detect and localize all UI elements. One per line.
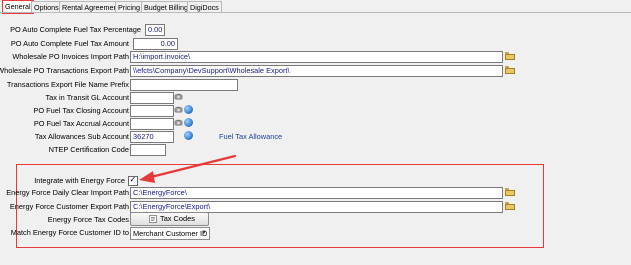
- tab-strip: General Options Rental Agreement Pricing…: [0, 0, 631, 14]
- chevron-down-icon: ▼: [201, 230, 207, 236]
- folder-icon[interactable]: [505, 202, 515, 210]
- tax-codes-button-label: Tax Codes: [160, 214, 195, 223]
- po-auto-amt-label: PO Auto Complete Fuel Tax Amount: [10, 39, 129, 48]
- tax-codes-icon: [149, 215, 157, 223]
- ef-daily-clear-input[interactable]: C:\EnergyForce\: [130, 187, 503, 199]
- folder-icon[interactable]: [505, 188, 515, 196]
- wholesale-export-label: Wholesale PO Transactions Export Path: [0, 66, 129, 75]
- trans-prefix-input[interactable]: [130, 79, 238, 91]
- globe-icon[interactable]: [184, 131, 193, 140]
- wholesale-export-input[interactable]: \\efcts\Company\DevSupport\Wholesale Exp…: [130, 65, 503, 77]
- match-customer-id-select[interactable]: Merchant Customer ID ▼: [130, 227, 210, 240]
- po-auto-amt-input[interactable]: 0.00: [133, 38, 178, 50]
- ef-daily-clear-label: Energy Force Daily Clear Import Path: [6, 188, 129, 197]
- gear-icon[interactable]: [174, 118, 183, 127]
- ef-match-id-label: Match Energy Force Customer ID to: [10, 228, 129, 237]
- tax-allow-input[interactable]: 36270: [130, 131, 174, 143]
- tax-allow-label: Tax Allowances Sub Account: [34, 132, 129, 141]
- folder-icon[interactable]: [505, 52, 515, 60]
- match-customer-id-value: Merchant Customer ID: [133, 229, 208, 238]
- tax-transit-label: Tax in Transit GL Account: [45, 93, 129, 102]
- integrate-energy-force-label: Integrate with Energy Force: [34, 176, 125, 185]
- tax-transit-input[interactable]: [130, 92, 174, 104]
- wholesale-import-label: Wholesale PO Invoices Import Path: [12, 52, 129, 61]
- po-auto-pct-label: PO Auto Complete Fuel Tax Percentage: [10, 25, 141, 34]
- trans-prefix-label: Transactions Export File Name Prefix: [6, 80, 129, 89]
- po-auto-pct-input[interactable]: 0.00: [145, 24, 165, 36]
- fuel-tax-allowance-link[interactable]: Fuel Tax Allowance: [219, 131, 282, 142]
- ef-tax-codes-label: Energy Force Tax Codes: [47, 215, 129, 224]
- po-fuel-closing-label: PO Fuel Tax Closing Account: [33, 106, 129, 115]
- wholesale-import-input[interactable]: H:\import.invoice\: [130, 51, 503, 63]
- gear-icon[interactable]: [174, 105, 183, 114]
- globe-icon[interactable]: [184, 105, 193, 114]
- globe-icon[interactable]: [184, 118, 193, 127]
- po-fuel-closing-input[interactable]: [130, 105, 174, 117]
- ntep-label: NTEP Certification Code: [48, 145, 129, 154]
- folder-icon[interactable]: [505, 66, 515, 74]
- po-fuel-accrual-label: PO Fuel Tax Accrual Account: [33, 119, 129, 128]
- ef-customer-export-label: Energy Force Customer Export Path: [9, 202, 129, 211]
- po-fuel-accrual-input[interactable]: [130, 118, 174, 130]
- gear-icon[interactable]: [174, 92, 183, 101]
- tab-divider: [0, 12, 631, 13]
- arrow-annotation: [139, 154, 237, 183]
- tax-codes-button[interactable]: Tax Codes: [130, 212, 209, 226]
